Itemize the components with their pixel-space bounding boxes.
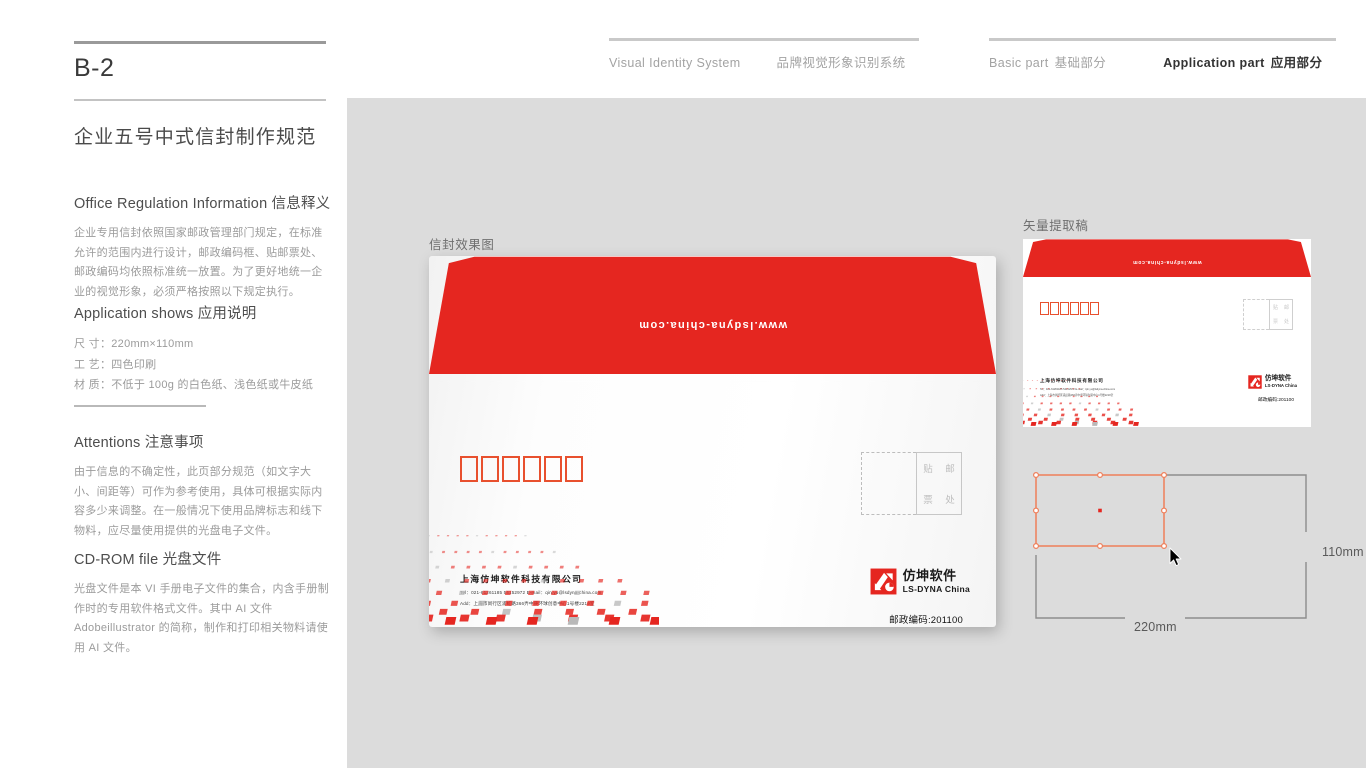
section-cd-rom-file: CD-ROM file 光盘文件 光盘文件是本 VI 手册电子文件的集合，内含手… <box>74 548 332 658</box>
nav-group-parts: Basic part 基础部分 Application part 应用部分 <box>989 38 1336 71</box>
nav-item-application-part[interactable]: Application part 应用部分 <box>1163 52 1322 71</box>
selection-center-point <box>1098 508 1102 513</box>
vector-stamp-dashed-zone <box>1243 299 1269 330</box>
vector-brand-logo: 仿坤软件 LS-DYNA China <box>1248 375 1297 389</box>
envelope-website-url: www.lsdyna-china.com <box>637 319 788 331</box>
stamp-char-0: 贴 <box>923 464 933 476</box>
section-application-shows: Application shows 应用说明 尺 寸：220mm×110mm 工… <box>74 302 332 396</box>
dimension-diagram-svg <box>1033 471 1307 619</box>
stamp-char-1: 邮 <box>945 464 955 476</box>
section-body-office-regulation: 企业专用信封依照国家邮政管理部门规定，在标准允许的范围内进行设计，邮政编码框、贴… <box>74 227 323 298</box>
dimension-diagram[interactable]: 110mm 220mm <box>1023 470 1366 638</box>
postal-code-box <box>481 456 499 482</box>
stamp-char-0: 贴 <box>1272 304 1278 311</box>
postal-code-box <box>1080 302 1089 315</box>
section-heading-application-shows: Application shows 应用说明 <box>74 306 257 322</box>
vector-stamp-label-grid: 贴 邮 票 处 <box>1269 299 1293 330</box>
postal-code-box <box>1070 302 1079 315</box>
postal-code-box <box>565 456 583 482</box>
nav-item-visual-identity-system-cn[interactable]: 品牌视觉形象识别系统 <box>777 52 906 71</box>
section-body-cd-rom-file: 光盘文件是本 VI 手册电子文件的集合，内含手册制作时的专用软件格式文件。其中 … <box>74 583 330 654</box>
top-navigation: Visual Identity System 品牌视觉形象识别系统 Basic … <box>0 0 1366 98</box>
logo-wordmark: 仿坤软件 LS-DYNA China <box>902 567 970 595</box>
postal-code-box <box>1060 302 1069 315</box>
dimension-guide-bottom-right <box>1185 562 1307 619</box>
page-title: 企业五号中式信封制作规范 <box>74 127 317 148</box>
vector-postal-code-boxes <box>1040 302 1099 315</box>
vi-manual-page: B-2 企业五号中式信封制作规范 Office Regulation Infor… <box>0 0 1366 768</box>
nav-item-application-part-cn: 应用部分 <box>1270 55 1323 70</box>
envelope-body: www.lsdyna-china.com 贴 邮 票 处 上海仿坤软件科技有限公… <box>429 256 996 627</box>
nav-item-application-part-en: Application part <box>1163 55 1265 70</box>
vector-logo-wordmark: 仿坤软件 LS-DYNA China <box>1265 375 1297 389</box>
stamp-char-1: 邮 <box>1283 304 1289 311</box>
mouse-cursor-icon <box>1169 547 1182 567</box>
dimension-guide-bottom-left <box>1035 555 1125 619</box>
vector-draft-envelope[interactable]: www.lsdyna-china.com 贴 邮 票 处 上海仿坤软件科技有限公… <box>1023 239 1311 427</box>
vector-dot-pattern-svg <box>1023 380 1139 426</box>
decorative-dot-pattern <box>429 535 659 627</box>
logo-name-cn: 仿坤软件 <box>1264 375 1292 383</box>
postal-code-box <box>460 456 478 482</box>
section-body-attentions: 由于信息的不确定性，此页部分规范（如文字大小、间距等）可作为参考使用，具体可根据… <box>74 466 323 537</box>
nav-group-identity: Visual Identity System 品牌视觉形象识别系统 <box>609 38 919 71</box>
section-attentions: Attentions 注意事项 由于信息的不确定性，此页部分规范（如文字大小、间… <box>74 431 332 541</box>
section-heading-office-regulation: Office Regulation Information 信息释义 <box>74 196 331 212</box>
stamp-placement-area: 贴 邮 票 处 <box>861 452 962 515</box>
label-envelope-mockup: 信封效果图 <box>429 238 495 252</box>
dot-pattern-svg <box>429 535 659 625</box>
nav-item-visual-identity-system[interactable]: Visual Identity System <box>609 56 741 70</box>
postal-code-box <box>523 456 541 482</box>
dimension-height-label: 110mm <box>1319 545 1366 559</box>
logo-name-en: LS-DYNA China <box>1264 382 1297 388</box>
label-vector-draft: 矢量提取稿 <box>1023 219 1089 233</box>
logo-diamond-icon <box>870 568 897 595</box>
stamp-dashed-zone <box>861 452 916 515</box>
envelope-mockup[interactable]: www.lsdyna-china.com 贴 邮 票 处 上海仿坤软件科技有限公… <box>429 256 996 627</box>
stamp-char-3: 处 <box>1283 319 1289 326</box>
left-info-column: B-2 企业五号中式信封制作规范 Office Regulation Infor… <box>74 0 332 768</box>
postal-code-box <box>1040 302 1049 315</box>
mid-divider-rule <box>74 99 326 101</box>
spec-material: 材 质：不低于 100g 的白色纸、浅色纸或牛皮纸 <box>74 379 314 391</box>
vector-decorative-dot-pattern <box>1023 380 1141 427</box>
postal-code-box <box>1090 302 1099 315</box>
logo-name-en: LS-DYNA China <box>902 583 970 594</box>
stamp-char-2: 票 <box>923 494 933 506</box>
vector-website-url: www.lsdyna-china.com <box>1132 259 1202 265</box>
vector-zip-code: 邮政编码:201100 <box>1257 398 1294 403</box>
stamp-char-2: 票 <box>1272 319 1278 326</box>
section-heading-attentions: Attentions 注意事项 <box>74 435 204 451</box>
postal-code-box <box>544 456 562 482</box>
nav-item-basic-part-cn: 基础部分 <box>1054 55 1107 70</box>
brand-logo: 仿坤软件 LS-DYNA China <box>870 568 970 595</box>
nav-rule-identity <box>609 38 919 41</box>
postal-code-box <box>1050 302 1059 315</box>
stamp-label-grid: 贴 邮 票 处 <box>916 452 962 515</box>
spec-size: 尺 寸：220mm×110mm <box>74 338 194 350</box>
spec-craft: 工 艺：四色印刷 <box>74 358 157 371</box>
section-heading-cd-rom-file: CD-ROM file 光盘文件 <box>74 552 222 568</box>
preview-stage: 信封效果图 矢量提取稿 www.lsdyna-china.com 贴 邮 票 处… <box>347 98 1366 768</box>
envelope-zip-code: 邮政编码:201100 <box>889 615 963 626</box>
vector-stamp-area: 贴 邮 票 处 <box>1243 299 1293 330</box>
section-office-regulation: Office Regulation Information 信息释义 企业专用信… <box>74 192 332 302</box>
nav-item-basic-part[interactable]: Basic part 基础部分 <box>989 52 1106 71</box>
dimension-guide-top-right <box>1165 474 1307 532</box>
stamp-char-3: 处 <box>945 494 955 506</box>
nav-item-basic-part-en: Basic part <box>989 55 1049 70</box>
short-divider-rule <box>74 405 206 407</box>
logo-diamond-icon <box>1248 375 1262 389</box>
logo-name-cn: 仿坤软件 <box>902 567 957 583</box>
postal-code-box <box>502 456 520 482</box>
postal-code-boxes <box>460 456 583 482</box>
envelope-flap: www.lsdyna-china.com <box>429 256 996 374</box>
vector-envelope-flap: www.lsdyna-china.com <box>1023 239 1311 277</box>
nav-rule-parts <box>989 38 1336 41</box>
dimension-width-label: 220mm <box>1131 620 1180 634</box>
